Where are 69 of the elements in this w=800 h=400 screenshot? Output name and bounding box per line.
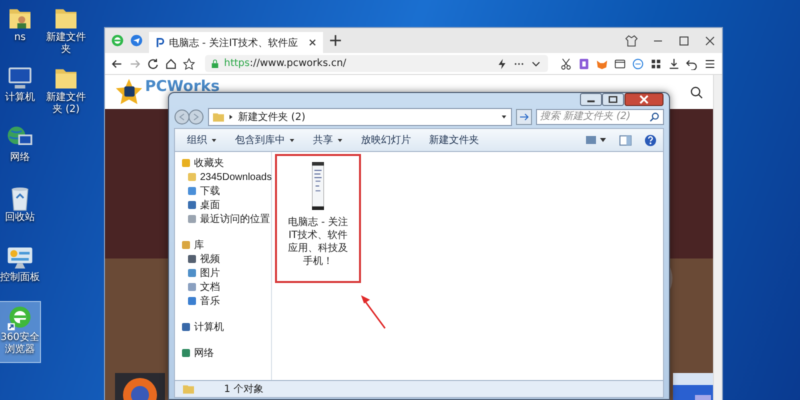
book-icon[interactable] xyxy=(578,58,590,70)
nav-item[interactable]: 计算机 xyxy=(175,320,271,334)
nav-item[interactable]: 音乐 xyxy=(175,294,271,308)
nav-item[interactable]: 图片 xyxy=(175,266,271,280)
grid-icon[interactable] xyxy=(650,58,662,70)
desktop-icon[interactable]: 新建文件夹 xyxy=(44,2,88,62)
back-icon[interactable] xyxy=(111,58,123,70)
address-field[interactable]: https://www.pcworks.cn/ xyxy=(205,55,548,72)
help-icon[interactable] xyxy=(644,134,657,146)
desktop-icon[interactable]: ns xyxy=(0,2,40,62)
desktop-icon[interactable]: 新建文件夹 (2) xyxy=(44,62,88,122)
desktop-icon[interactable]: 网络 xyxy=(0,122,40,182)
status-text: 1 个对象 xyxy=(224,382,264,396)
p-logo-icon xyxy=(155,38,165,48)
e-logo-icon[interactable] xyxy=(111,34,124,47)
refresh-icon[interactable] xyxy=(147,58,159,70)
maximize-icon[interactable] xyxy=(602,93,624,106)
window-icon[interactable] xyxy=(614,58,626,70)
circle-icon[interactable] xyxy=(632,58,644,70)
lock-icon xyxy=(211,58,219,68)
scissors-icon[interactable] xyxy=(560,58,572,70)
desktop-icon[interactable]: 控制面板 xyxy=(0,242,40,302)
close-icon[interactable] xyxy=(308,38,318,47)
desktop-icon[interactable]: 回收站 xyxy=(0,182,40,242)
file-tile[interactable]: 电脑志 - 关注IT技术、软件应用、科技及手机！ xyxy=(275,154,361,283)
nav-item[interactable]: 库 xyxy=(175,238,271,252)
close-icon[interactable] xyxy=(704,34,716,46)
toolbar-button[interactable]: 放映幻灯片 xyxy=(355,131,417,149)
home-icon[interactable] xyxy=(165,58,177,70)
nav-item[interactable]: 文档 xyxy=(175,280,271,294)
view-options-icon[interactable] xyxy=(585,133,607,147)
star-logo-icon xyxy=(115,78,143,106)
toolbar-button[interactable]: 组织 xyxy=(181,131,223,149)
nav-item[interactable]: 桌面 xyxy=(175,198,271,212)
plus-icon[interactable] xyxy=(329,34,342,47)
lightning-icon[interactable] xyxy=(496,58,508,70)
search-icon xyxy=(649,112,660,122)
address-field[interactable]: 新建文件夹 (2) xyxy=(208,108,512,126)
dropdown-arrow-icon xyxy=(337,138,343,142)
undo-icon[interactable] xyxy=(686,58,698,70)
nav-item[interactable]: 最近访问的位置 xyxy=(175,212,271,226)
toolbar-button[interactable]: 新建文件夹 xyxy=(423,131,485,149)
nav-item[interactable]: 视频 xyxy=(175,252,271,266)
preview-pane-icon[interactable] xyxy=(619,134,632,146)
menu-icon[interactable] xyxy=(704,58,716,70)
site-logo[interactable]: PCWorks xyxy=(145,77,220,95)
dropdown-arrow-icon xyxy=(211,138,217,142)
scrollbar[interactable] xyxy=(713,75,722,400)
toolbar-button[interactable]: 包含到库中 xyxy=(229,131,301,149)
dropdown-arrow-icon[interactable] xyxy=(501,114,507,120)
paper-plane-icon[interactable] xyxy=(130,34,143,47)
shirt-icon[interactable] xyxy=(625,34,638,47)
toolbar-button[interactable]: 共享 xyxy=(307,131,349,149)
minimize-icon[interactable] xyxy=(580,93,602,106)
document-thumbnail-icon xyxy=(312,162,324,210)
browser-tab[interactable]: 电脑志 - 关注IT技术、软件应 xyxy=(149,32,324,53)
nav-item[interactable]: 网络 xyxy=(175,346,271,360)
breadcrumb[interactable]: 新建文件夹 (2) xyxy=(238,110,306,124)
search-icon[interactable] xyxy=(690,86,703,98)
desktop-icon[interactable]: 计算机 xyxy=(0,62,40,122)
dropdown-arrow-icon xyxy=(289,138,295,142)
nav-item[interactable]: 2345Downloads xyxy=(175,170,271,184)
url-text: https://www.pcworks.cn/ xyxy=(224,58,346,69)
nav-item[interactable]: 下载 xyxy=(175,184,271,198)
chevron-right-icon[interactable] xyxy=(228,114,234,120)
maximize-icon[interactable] xyxy=(678,34,690,46)
close-icon[interactable] xyxy=(624,93,664,106)
desktop-icon[interactable]: 360安全浏览器 xyxy=(0,302,40,362)
nav-item[interactable]: 收藏夹 xyxy=(175,156,271,170)
